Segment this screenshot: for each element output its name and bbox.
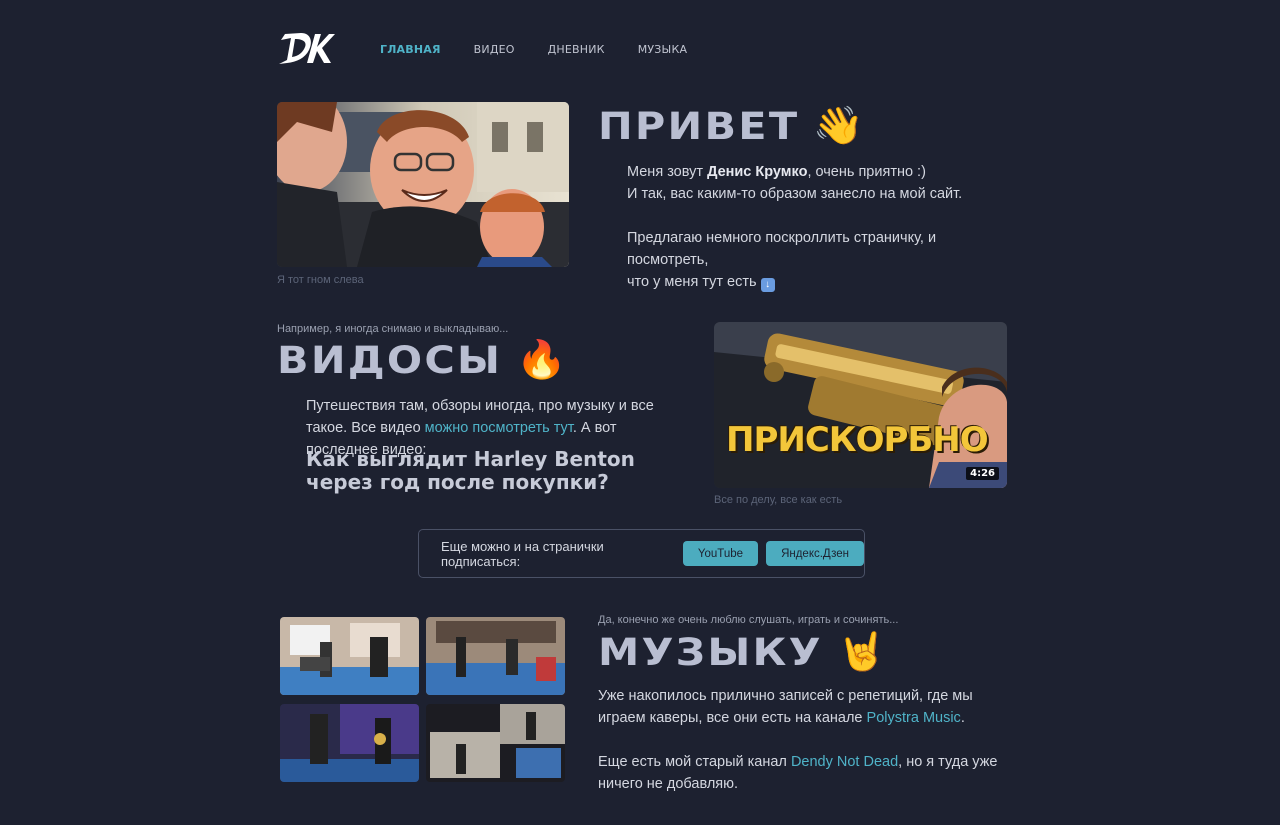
- music-photo-1[interactable]: [280, 617, 419, 695]
- waving-hand-icon: 👋: [812, 104, 867, 147]
- hero-photo-caption: Я тот гном слева: [277, 274, 364, 286]
- author-name: Денис Крумко: [707, 164, 808, 180]
- videos-title: ВИДОСЫ 🔥: [277, 338, 569, 382]
- music-photo-2[interactable]: [426, 617, 565, 695]
- hero-intro-line-2: И так, вас каким-то образом занесло на м…: [627, 186, 963, 202]
- subscribe-label: Еще можно и на странички подписаться:: [441, 538, 604, 569]
- hero-intro-line-3: Предлагаю немного поскроллить страничку,…: [627, 230, 937, 268]
- thumbnail-overlay-text: ПРИСКОРБНО: [726, 420, 989, 460]
- thumbnail-caption: Все по делу, все как есть: [714, 494, 843, 506]
- top-nav: ГЛАВНАЯ ВИДЕО ДНЕВНИК МУЗЫКА: [277, 30, 687, 68]
- hero-photo: [277, 102, 569, 267]
- nav-link-music[interactable]: МУЗЫКА: [638, 43, 688, 56]
- site-logo[interactable]: [277, 30, 335, 68]
- polystra-music-link[interactable]: Polystra Music: [867, 710, 961, 726]
- music-title: МУЗЫКУ 🤘: [598, 630, 890, 674]
- music-paragraph-1: Уже накопилось прилично записей с репети…: [598, 688, 973, 726]
- yandex-zen-button[interactable]: Яндекс.Дзен: [766, 541, 864, 566]
- hero-title-text: ПРИВЕТ: [598, 104, 800, 148]
- music-paragraph-2: Еще есть мой старый канал Dendy Not Dead…: [598, 754, 998, 792]
- arrow-down-icon: ↓: [760, 278, 775, 292]
- music-photo-3[interactable]: [280, 704, 419, 782]
- nav-link-diary[interactable]: ДНЕВНИК: [548, 43, 605, 56]
- music-photo-grid: [280, 617, 566, 782]
- all-videos-link[interactable]: можно посмотреть тут: [425, 420, 573, 436]
- hero-title: ПРИВЕТ 👋: [598, 104, 867, 148]
- dendy-not-dead-link[interactable]: Dendy Not Dead: [791, 754, 898, 770]
- music-description: Уже накопилось прилично записей с репети…: [598, 685, 1008, 795]
- fire-icon: 🔥: [515, 338, 570, 381]
- music-title-text: МУЗЫКУ: [598, 630, 823, 674]
- videos-title-text: ВИДОСЫ: [277, 338, 503, 382]
- music-photo-4[interactable]: [426, 704, 565, 782]
- music-kicker: Да, конечно же очень люблю слушать, игра…: [598, 614, 899, 626]
- youtube-button[interactable]: YouTube: [682, 541, 759, 566]
- hero-intro-line-4: что у меня тут есть ↓: [627, 271, 1007, 293]
- latest-video-thumbnail[interactable]: ПРИСКОРБНО 4:26: [714, 322, 1007, 488]
- subscribe-box: Еще можно и на странички подписаться: Yo…: [418, 529, 865, 578]
- rock-hand-icon: 🤘: [836, 630, 891, 673]
- hero-intro: Меня зовут Денис Крумко, очень приятно :…: [627, 161, 1007, 293]
- hero-intro-line-1: Меня зовут Денис Крумко, очень приятно :…: [627, 164, 926, 180]
- video-duration-badge: 4:26: [966, 467, 999, 480]
- nav-link-video[interactable]: ВИДЕО: [474, 43, 515, 56]
- videos-kicker: Например, я иногда снимаю и выкладываю..…: [277, 323, 509, 335]
- nav-link-home[interactable]: ГЛАВНАЯ: [380, 43, 441, 56]
- latest-video-title[interactable]: Как выглядит Harley Benton через год пос…: [306, 448, 696, 494]
